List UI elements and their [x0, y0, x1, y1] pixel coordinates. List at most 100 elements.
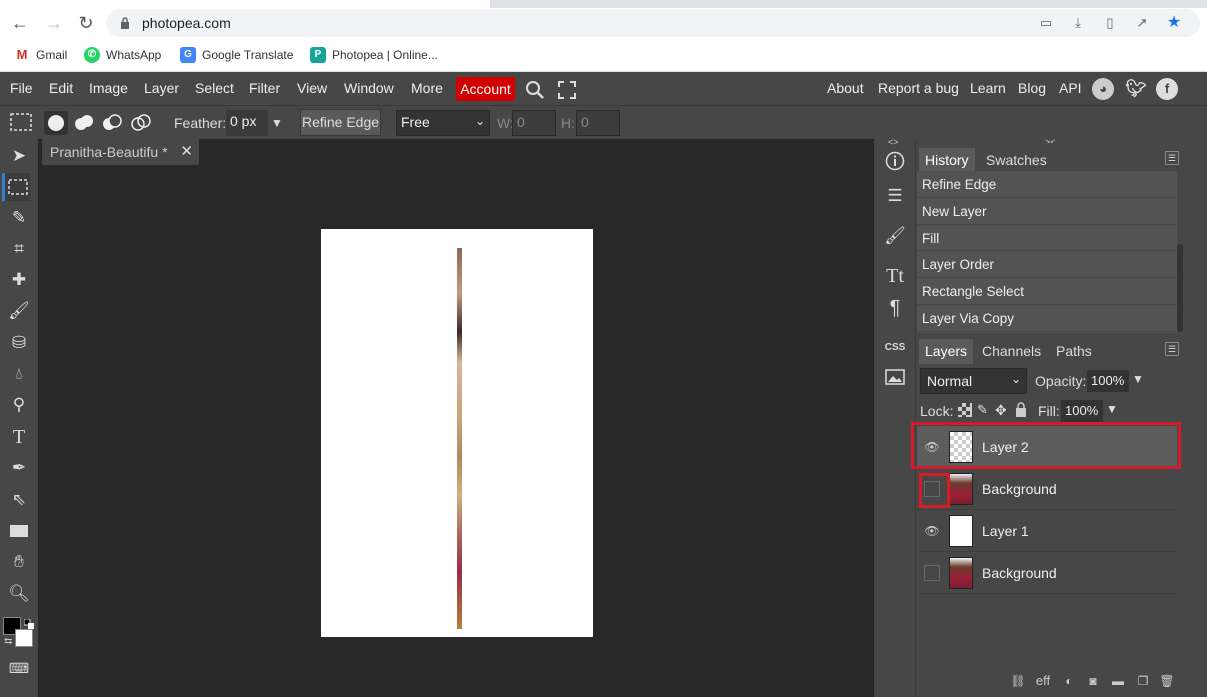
hand-tool-icon[interactable]: ✋︎ — [5, 548, 33, 576]
mask-icon[interactable]: ◙ — [1084, 672, 1102, 690]
menu-image[interactable]: Image — [89, 80, 128, 96]
move-tool-icon[interactable]: ➤ — [5, 142, 33, 170]
opacity-dropdown-icon[interactable]: ▼ — [1132, 372, 1144, 386]
menu-learn[interactable]: Learn — [970, 80, 1006, 96]
account-button[interactable]: Account — [456, 77, 515, 101]
bookmark-star-icon[interactable]: ★ — [1164, 13, 1184, 33]
layer-row[interactable]: 👁︎ Layer 1 — [917, 510, 1177, 552]
path-select-tool-icon[interactable]: ⇖ — [5, 486, 33, 514]
rect-select-tool-icon[interactable] — [2, 173, 30, 201]
keyboard-icon[interactable]: ⌨ — [5, 654, 33, 682]
layer-row[interactable]: Background — [917, 468, 1177, 510]
trash-icon[interactable]: 🗑︎ — [1158, 672, 1176, 690]
visibility-toggle-off[interactable] — [924, 565, 940, 581]
download-icon[interactable]: ⤓ — [1068, 13, 1088, 33]
history-item[interactable]: Layer Via Copy — [917, 305, 1177, 332]
clipboard-icon[interactable]: ▭ — [1036, 13, 1056, 33]
menu-more[interactable]: More — [411, 80, 443, 96]
menu-file[interactable]: File — [10, 80, 33, 96]
history-item[interactable]: Refine Edge — [917, 171, 1177, 198]
crop-tool-icon[interactable]: ⌗ — [5, 235, 33, 263]
menu-about[interactable]: About — [827, 80, 864, 96]
image-icon[interactable] — [882, 367, 908, 393]
share-icon[interactable]: ↗ — [1132, 13, 1152, 33]
history-item[interactable]: Rectangle Select — [917, 278, 1177, 305]
reddit-icon[interactable]: ◕ — [1092, 78, 1114, 100]
bookmark-gmail[interactable]: M Gmail — [14, 47, 67, 63]
fill-input[interactable]: 100% — [1061, 400, 1103, 422]
url-field[interactable]: photopea.com ▭ ⤓ ▯ ↗ ★ — [106, 9, 1200, 37]
opacity-input[interactable]: 100% — [1087, 370, 1129, 392]
healing-tool-icon[interactable]: ✚ — [5, 266, 33, 294]
brush-tool-icon[interactable]: 🖌︎ — [5, 297, 33, 325]
collapse-arrows-icon[interactable]: <> — [888, 137, 899, 147]
style-select[interactable]: Free ⌄ — [396, 110, 490, 136]
document-tab[interactable]: Pranitha-Beautifu * ✕ — [42, 139, 199, 165]
adjustment-icon[interactable]: ◐ — [1060, 672, 1078, 690]
adjustments-icon[interactable]: ☰ — [882, 183, 908, 209]
tab-swatches[interactable]: Swatches — [980, 148, 1053, 173]
type-tool-icon[interactable]: T — [5, 423, 33, 451]
menu-report-bug[interactable]: Report a bug — [878, 80, 959, 96]
blur-tool-icon[interactable]: 💧︎ — [5, 360, 33, 388]
document-canvas[interactable] — [321, 229, 593, 637]
fullscreen-icon[interactable] — [558, 81, 576, 99]
paragraph-icon[interactable]: ¶ — [882, 295, 908, 321]
lock-position-icon[interactable]: ✥ — [995, 402, 1007, 419]
subtract-selection-icon[interactable] — [100, 111, 124, 135]
forward-icon[interactable]: → — [42, 11, 66, 35]
menu-window[interactable]: Window — [344, 80, 394, 96]
menu-view[interactable]: View — [297, 80, 327, 96]
feather-dropdown-icon[interactable]: ▼ — [271, 116, 283, 130]
character-icon[interactable]: Tt — [882, 263, 908, 289]
back-icon[interactable]: ← — [8, 11, 32, 35]
search-icon[interactable] — [525, 80, 545, 100]
history-item[interactable]: Layer Order — [917, 251, 1177, 279]
default-colors-icon[interactable] — [23, 617, 34, 629]
twitter-icon[interactable]: 🐦︎ — [1125, 78, 1147, 100]
close-icon[interactable]: ✕ — [180, 142, 193, 160]
bookmark-google-translate[interactable]: G Google Translate — [180, 47, 293, 63]
height-input[interactable]: 0 — [576, 110, 620, 136]
reload-icon[interactable]: ↻ — [74, 11, 98, 35]
effects-icon[interactable]: eff — [1034, 672, 1052, 690]
intersect-selection-icon[interactable] — [129, 111, 153, 135]
tab-history[interactable]: History — [919, 148, 975, 173]
new-selection-icon[interactable] — [44, 111, 68, 135]
history-item[interactable]: Fill — [917, 225, 1177, 252]
add-selection-icon[interactable] — [72, 111, 96, 135]
menu-select[interactable]: Select — [195, 80, 234, 96]
quick-select-tool-icon[interactable]: ✎ — [5, 204, 33, 232]
zoom-tool-icon[interactable]: 🔍︎ — [5, 580, 33, 608]
blend-mode-select[interactable]: Normal ⌄ — [920, 368, 1027, 394]
menu-blog[interactable]: Blog — [1018, 80, 1046, 96]
bookmark-whatsapp[interactable]: ✆ WhatsApp — [84, 47, 161, 63]
lock-all-icon[interactable] — [1015, 402, 1027, 417]
eye-icon[interactable]: 👁︎ — [924, 523, 940, 539]
tab-channels[interactable]: Channels — [976, 339, 1047, 364]
dodge-tool-icon[interactable]: ⚲ — [5, 391, 33, 419]
tab-layers[interactable]: Layers — [919, 339, 974, 364]
info-icon[interactable] — [882, 151, 908, 177]
css-icon[interactable]: CSS — [882, 335, 908, 361]
lock-pixels-icon[interactable]: ✎ — [977, 402, 988, 418]
lock-transparency-icon[interactable] — [958, 403, 972, 417]
history-item[interactable]: New Layer — [917, 198, 1177, 225]
layer-row[interactable]: Background — [917, 552, 1177, 594]
rect-marquee-preset-icon[interactable] — [10, 113, 32, 131]
refine-edge-button[interactable]: Refine Edge — [300, 109, 381, 136]
fill-dropdown-icon[interactable]: ▼ — [1106, 402, 1118, 416]
link-icon[interactable]: ⛓ — [1009, 672, 1027, 690]
clone-stamp-tool-icon[interactable]: ⛁ — [5, 329, 33, 357]
menu-edit[interactable]: Edit — [49, 80, 73, 96]
panel-menu-icon[interactable]: ☰ — [1165, 151, 1179, 165]
panel-menu-icon[interactable]: ☰ — [1165, 342, 1179, 356]
brush-settings-icon[interactable]: 🖌︎ — [882, 223, 908, 249]
shape-tool-icon[interactable] — [5, 517, 33, 545]
swap-colors-icon[interactable]: ⇆ — [4, 636, 12, 647]
facebook-icon[interactable]: f — [1156, 78, 1178, 100]
pen-tool-icon[interactable]: ✒ — [5, 454, 33, 482]
menu-api[interactable]: API — [1059, 80, 1082, 96]
new-layer-icon[interactable]: ❐ — [1134, 672, 1152, 690]
bookmark-photopea[interactable]: P Photopea | Online... — [310, 47, 438, 63]
